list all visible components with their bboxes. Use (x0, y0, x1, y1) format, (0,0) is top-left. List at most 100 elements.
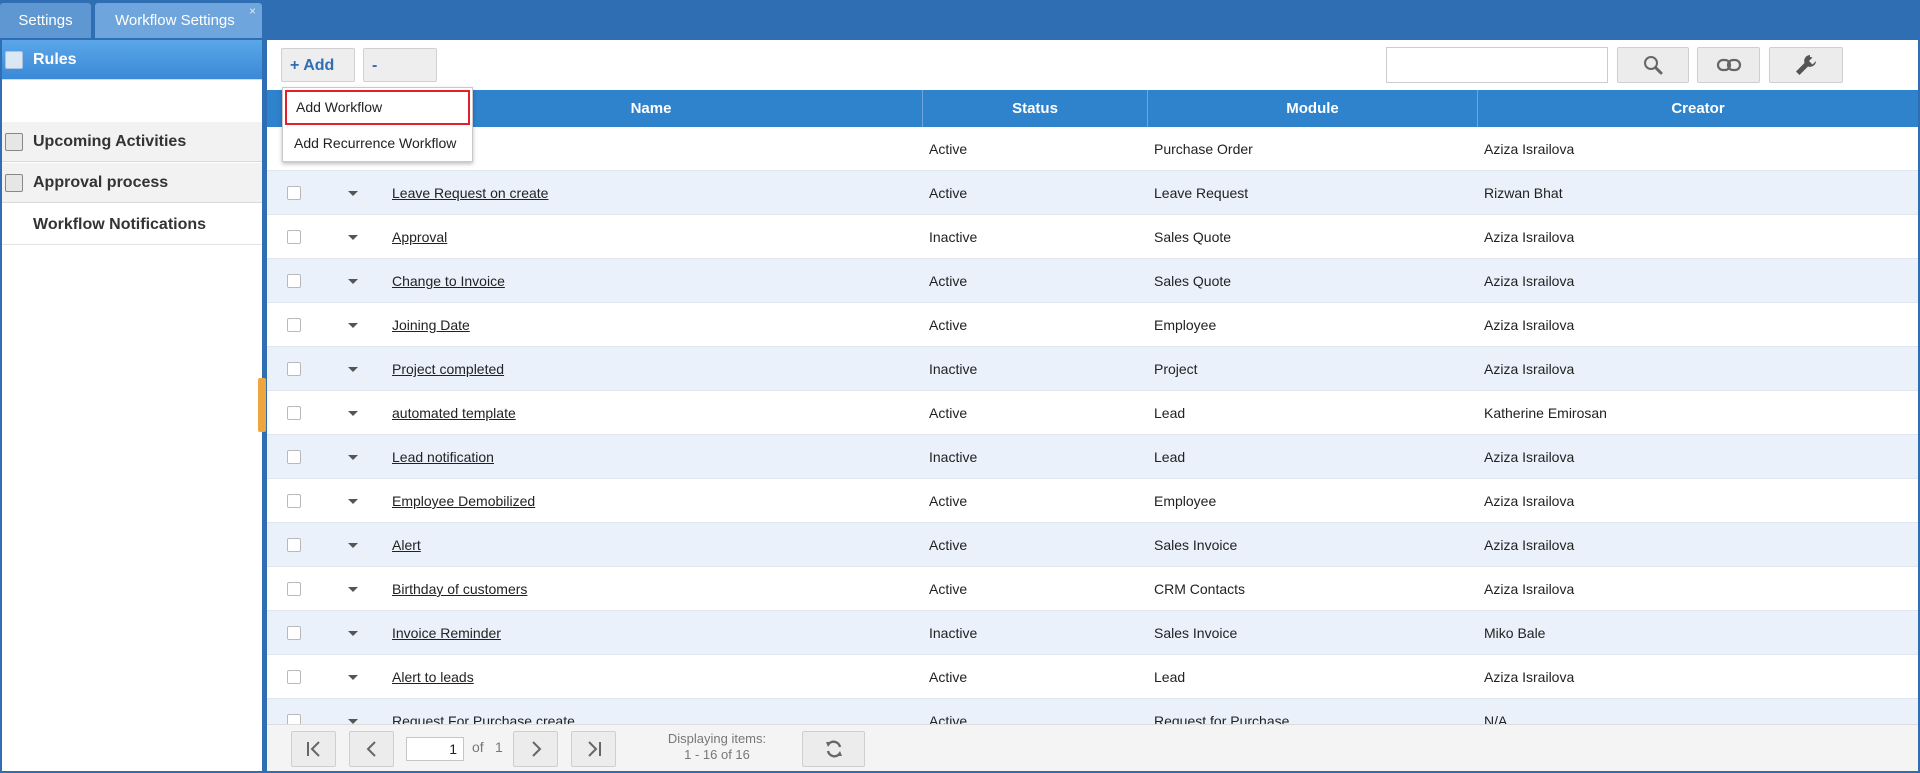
row-creator: Aziza Israilova (1484, 361, 1575, 377)
row-checkbox[interactable] (287, 186, 301, 200)
row-checkbox[interactable] (287, 538, 301, 552)
table-row[interactable]: Alert Active Sales Invoice Aziza Israilova (267, 523, 1918, 567)
sidebar: Rules Upcoming Activities Approval proce… (0, 40, 262, 773)
row-checkbox[interactable] (287, 450, 301, 464)
row-creator: Miko Bale (1484, 625, 1546, 641)
row-checkbox[interactable] (287, 406, 301, 420)
row-checkbox[interactable] (287, 230, 301, 244)
row-menu-chevron-icon[interactable] (348, 191, 358, 196)
row-menu-chevron-icon[interactable] (348, 455, 358, 460)
table-row[interactable]: Birthday of customers Active CRM Contacts A… (267, 567, 1918, 611)
row-name-link[interactable]: Alert (392, 523, 421, 567)
row-checkbox[interactable] (287, 670, 301, 684)
row-checkbox[interactable] (287, 318, 301, 332)
row-menu-chevron-icon[interactable] (348, 675, 358, 680)
row-name-link[interactable]: Birthday of customers (392, 567, 527, 611)
row-checkbox[interactable] (287, 582, 301, 596)
tab-settings[interactable]: Settings (0, 3, 91, 38)
prev-page-button[interactable] (349, 731, 394, 767)
row-name-link[interactable]: Lead notification (392, 435, 494, 479)
chevron-left-icon (366, 741, 376, 757)
wrench-icon (1796, 55, 1816, 75)
table-row[interactable]: automated template Active Lead Katherine Em… (267, 391, 1918, 435)
column-header-module[interactable]: Module (1148, 90, 1478, 127)
row-module: Sales Invoice (1154, 625, 1238, 641)
row-name-link[interactable]: Invoice Reminder (392, 611, 501, 655)
rules-icon (5, 51, 23, 69)
row-menu-chevron-icon[interactable] (348, 323, 358, 328)
pagination-bar: 1 of 1 Displaying items: 1 - 16 of 16 (267, 724, 1918, 771)
row-name-link[interactable]: Project completed (392, 347, 504, 391)
row-creator: Aziza Israilova (1484, 669, 1575, 685)
row-name-link[interactable]: Change to Invoice (392, 259, 505, 303)
row-checkbox[interactable] (287, 362, 301, 376)
table-row[interactable]: Active Purchase Order Aziza Israilova (267, 127, 1918, 171)
approval-icon (5, 174, 23, 192)
link-button[interactable] (1697, 47, 1760, 83)
table-row[interactable]: Leave Request on create Active Leave Reque… (267, 171, 1918, 215)
settings-button[interactable] (1769, 47, 1843, 83)
workflow-grid: Name Status Module Creator Active Purchas… (267, 90, 1918, 724)
table-row[interactable]: Request For Purchase create Active Request… (267, 699, 1918, 724)
row-status: Active (929, 141, 968, 157)
sidebar-item-upcoming-activities[interactable]: Upcoming Activities (0, 122, 262, 162)
column-header-status[interactable]: Status (923, 90, 1148, 127)
row-menu-chevron-icon[interactable] (348, 367, 358, 372)
add-button-label: + Add (290, 57, 335, 74)
menu-item-add-recurrence-workflow[interactable]: Add Recurrence Workflow (283, 125, 472, 161)
table-row[interactable]: Alert to leads Active Lead Aziza Israilova (267, 655, 1918, 699)
row-name-link[interactable]: Joining Date (392, 303, 470, 347)
page-number-input[interactable]: 1 (406, 737, 464, 761)
page-of-label: of (472, 739, 484, 755)
row-checkbox[interactable] (287, 494, 301, 508)
activities-icon (5, 133, 23, 151)
next-page-button[interactable] (513, 731, 558, 767)
sidebar-item-approval-process[interactable]: Approval process (0, 163, 262, 203)
row-name-link[interactable]: Alert to leads (392, 655, 474, 699)
row-status: Active (929, 317, 968, 333)
search-button[interactable] (1617, 47, 1689, 83)
row-status: Inactive (929, 361, 978, 377)
collapse-handle[interactable] (258, 378, 266, 432)
first-page-button[interactable] (291, 731, 336, 767)
column-header-creator[interactable]: Creator (1478, 90, 1918, 127)
row-module: CRM Contacts (1154, 581, 1246, 597)
row-menu-chevron-icon[interactable] (348, 631, 358, 636)
add-button[interactable]: + Add (281, 48, 355, 103)
menu-item-add-workflow[interactable]: Add Workflow (285, 90, 470, 125)
row-menu-chevron-icon[interactable] (348, 279, 358, 284)
row-module: Request for Purchase (1154, 713, 1290, 724)
table-row[interactable]: Approval Inactive Sales Quote Aziza Israilo… (267, 215, 1918, 259)
row-checkbox[interactable] (287, 626, 301, 640)
row-name-link[interactable]: Employee Demobilized (392, 479, 535, 523)
table-row[interactable]: Project completed Inactive Project Aziza Is… (267, 347, 1918, 391)
row-menu-chevron-icon[interactable] (348, 411, 358, 416)
row-name-link[interactable]: Approval (392, 215, 447, 259)
row-module: Leave Request (1154, 185, 1249, 201)
delete-button[interactable]: - Delete (363, 48, 437, 108)
table-row[interactable]: Lead notification Inactive Lead Aziza Israi… (267, 435, 1918, 479)
row-name-link[interactable]: Leave Request on create (392, 171, 548, 215)
search-input[interactable] (1386, 47, 1608, 83)
sidebar-item-workflow-notifications[interactable]: Workflow Notifications (0, 205, 262, 245)
table-row[interactable]: Joining Date Active Employee Aziza Israilov… (267, 303, 1918, 347)
sidebar-item-label: Rules (33, 51, 77, 68)
row-creator: Aziza Israilova (1484, 493, 1575, 509)
row-checkbox[interactable] (287, 274, 301, 288)
table-row[interactable]: Invoice Reminder Inactive Sales Invoice Mik… (267, 611, 1918, 655)
row-menu-chevron-icon[interactable] (348, 543, 358, 548)
row-module: Lead (1154, 669, 1186, 685)
table-row[interactable]: Employee Demobilized Active Employee Aziza … (267, 479, 1918, 523)
row-menu-chevron-icon[interactable] (348, 587, 358, 592)
row-checkbox[interactable] (287, 714, 301, 724)
table-row[interactable]: Change to Invoice Active Sales Quote Aziza … (267, 259, 1918, 303)
tab-workflow-settings[interactable]: Workflow Settings × (95, 3, 262, 38)
close-icon[interactable]: × (249, 0, 256, 29)
last-page-button[interactable] (571, 731, 616, 767)
sidebar-item-rules[interactable]: Rules (0, 40, 262, 80)
row-menu-chevron-icon[interactable] (348, 235, 358, 240)
refresh-button[interactable] (802, 731, 865, 767)
row-name-link[interactable]: automated template (392, 391, 516, 435)
row-menu-chevron-icon[interactable] (348, 499, 358, 504)
row-name-link[interactable]: Request For Purchase create (392, 699, 575, 724)
